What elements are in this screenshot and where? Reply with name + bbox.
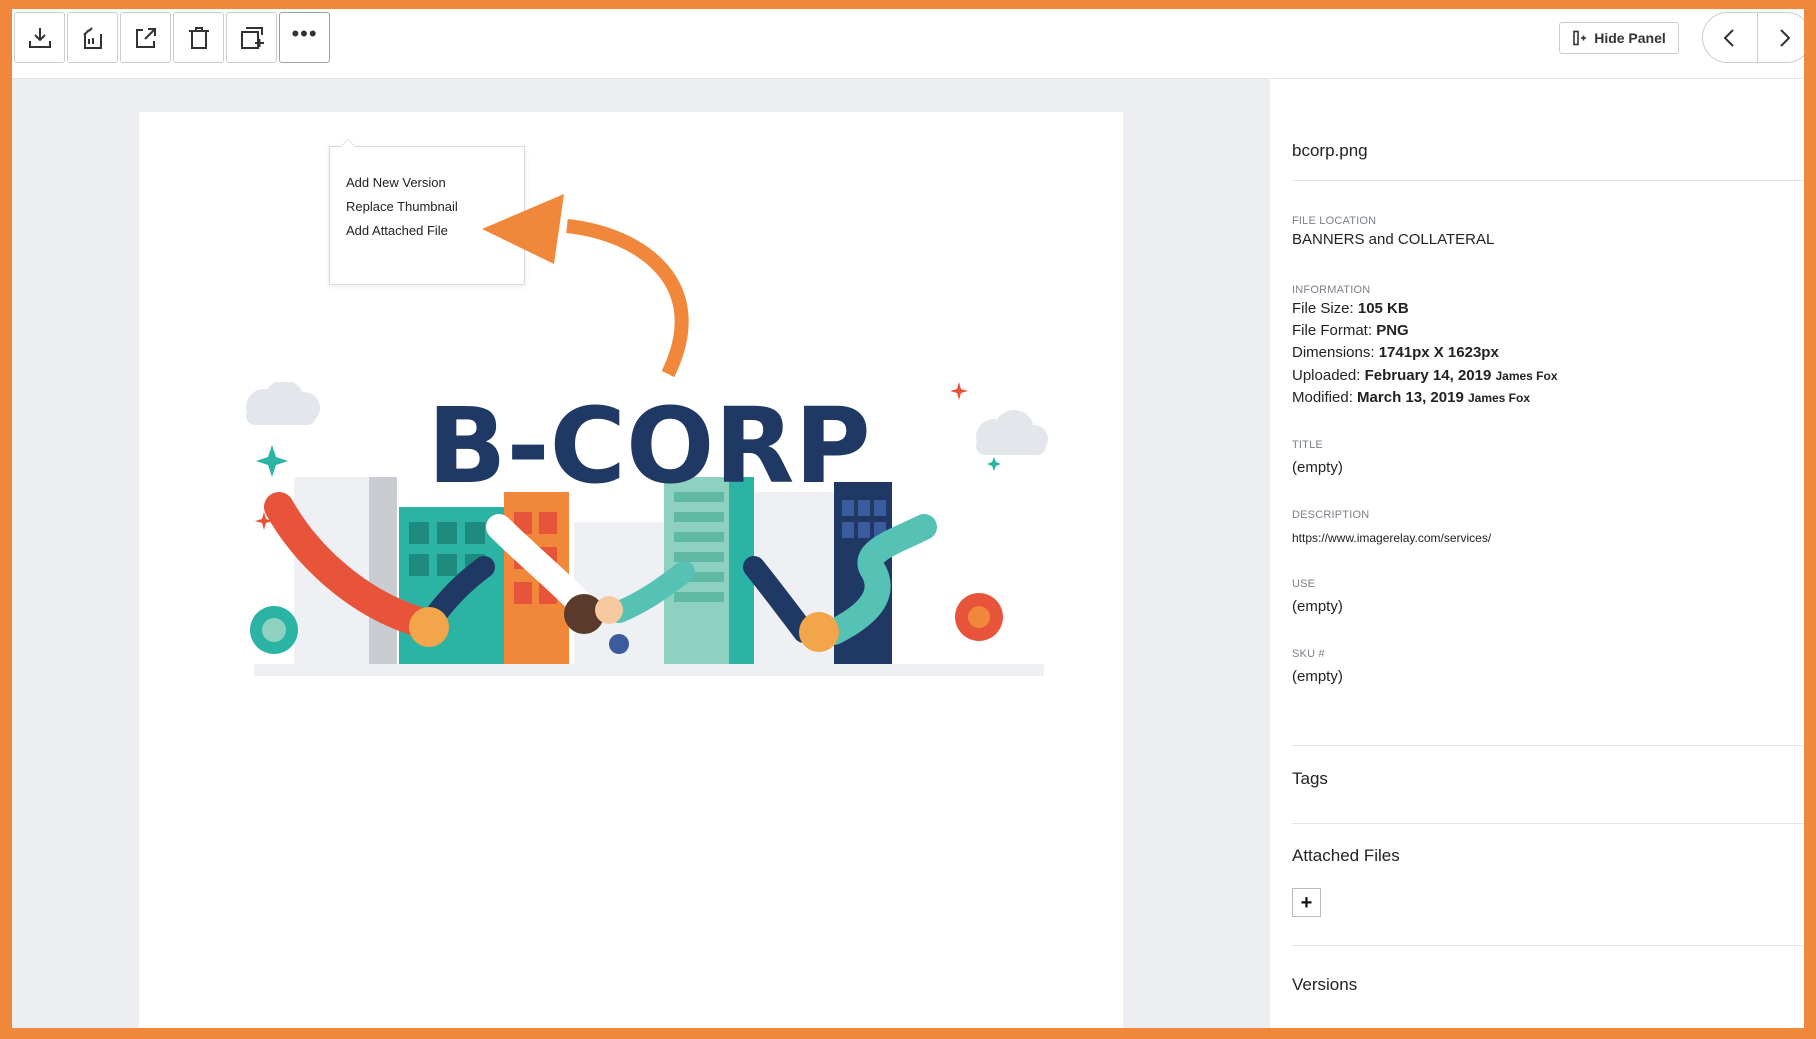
file-format-row: File Format: PNG	[1292, 322, 1409, 339]
add-to-folder-button[interactable]	[226, 12, 277, 63]
download-icon	[28, 27, 51, 48]
sparkle-icon	[987, 457, 1001, 471]
menu-item-add-attached-file[interactable]: Add Attached File	[346, 223, 448, 238]
flower-icon	[250, 606, 298, 654]
uploaded-by: James Fox	[1495, 369, 1558, 383]
dimensions-label: Dimensions:	[1292, 344, 1375, 361]
uploaded-date: February 14, 2019	[1364, 367, 1492, 384]
cloud-icon	[246, 382, 320, 425]
description-value[interactable]: https://www.imagerelay.com/services/	[1292, 531, 1491, 545]
annotation-arrow-icon	[482, 194, 689, 378]
file-format-label: File Format:	[1292, 322, 1373, 339]
flower-icon	[955, 593, 1003, 641]
copy-add-icon	[240, 26, 264, 49]
toolbar: ••• Hide Panel	[12, 9, 1804, 79]
attached-files-heading: Attached Files	[1292, 846, 1400, 865]
use-value[interactable]: (empty)	[1292, 598, 1343, 615]
file-location-value: BANNERS and COLLATERAL	[1292, 231, 1495, 248]
share-link-button[interactable]	[67, 12, 118, 63]
modified-row: Modified: March 13, 2019 James Fox	[1292, 389, 1530, 406]
share-link-icon	[82, 26, 102, 49]
add-attached-file-button[interactable]: +	[1292, 888, 1321, 917]
dimensions-value: 1741px X 1623px	[1378, 344, 1499, 361]
hide-panel-icon	[1573, 30, 1587, 46]
tags-heading[interactable]: Tags	[1292, 769, 1328, 789]
title-value[interactable]: (empty)	[1292, 459, 1343, 476]
modified-by: James Fox	[1467, 391, 1531, 405]
file-size-value: 105 KB	[1357, 300, 1409, 317]
hide-panel-label: Hide Panel	[1594, 30, 1666, 46]
divider	[1292, 945, 1804, 946]
menu-item-add-new-version[interactable]: Add New Version	[346, 175, 446, 190]
use-label: USE	[1292, 578, 1316, 590]
menu-item-replace-thumbnail[interactable]: Replace Thumbnail	[346, 199, 458, 214]
versions-heading[interactable]: Versions	[1292, 975, 1357, 995]
information-label: INFORMATION	[1292, 284, 1371, 296]
modified-date: March 13, 2019	[1357, 389, 1464, 406]
sku-value[interactable]: (empty)	[1292, 668, 1343, 685]
app-window: ••• Hide Panel B-CORP Add New Version Re…	[12, 9, 1804, 1028]
sparkle-icon	[256, 445, 288, 477]
dimensions-row: Dimensions: 1741px X 1623px	[1292, 344, 1499, 361]
more-button[interactable]: •••	[279, 12, 330, 63]
description-label: DESCRIPTION	[1292, 509, 1370, 521]
previous-button[interactable]	[1703, 13, 1758, 62]
chevron-right-icon	[1780, 28, 1791, 47]
modified-label: Modified:	[1292, 389, 1353, 406]
divider	[1292, 180, 1804, 181]
cloud-icon	[976, 410, 1048, 455]
export-button[interactable]	[120, 12, 171, 63]
more-icon: •••	[291, 20, 318, 46]
sku-label: SKU #	[1292, 648, 1325, 660]
sparkle-icon	[950, 382, 968, 400]
chevron-left-icon	[1723, 28, 1734, 47]
details-panel: bcorp.png FILE LOCATION BANNERS and COLL…	[1270, 79, 1804, 1028]
export-icon	[135, 27, 156, 48]
file-size-row: File Size: 105 KB	[1292, 300, 1409, 317]
file-location-label: FILE LOCATION	[1292, 215, 1377, 227]
file-name: bcorp.png	[1292, 141, 1368, 160]
asset-navigation	[1702, 12, 1804, 63]
image-viewer: B-CORP Add New Version Replace Thumbnail…	[12, 79, 1270, 1028]
trash-icon	[188, 26, 209, 49]
next-button[interactable]	[1758, 13, 1805, 62]
file-format-value: PNG	[1376, 322, 1409, 339]
download-button[interactable]	[14, 12, 65, 63]
delete-button[interactable]	[173, 12, 224, 63]
divider	[1292, 823, 1804, 824]
logo-text: B-CORP	[427, 385, 870, 507]
uploaded-label: Uploaded:	[1292, 367, 1361, 384]
divider	[1292, 745, 1804, 746]
uploaded-row: Uploaded: February 14, 2019 James Fox	[1292, 367, 1558, 384]
hide-panel-button[interactable]: Hide Panel	[1559, 22, 1679, 54]
file-size-label: File Size:	[1292, 300, 1354, 317]
title-label: TITLE	[1292, 439, 1323, 451]
preview-image: B-CORP	[246, 382, 1048, 676]
